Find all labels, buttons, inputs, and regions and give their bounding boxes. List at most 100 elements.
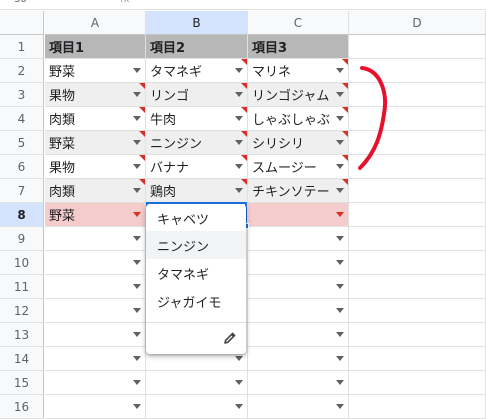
cell-c5[interactable]: シリシリ — [248, 131, 349, 155]
cell-c6[interactable]: スムージー — [248, 155, 349, 179]
cell-c3[interactable]: リンゴジャム — [248, 83, 349, 107]
dropdown-arrow-icon[interactable] — [235, 380, 243, 385]
cell-b7[interactable]: 鶏肉 — [146, 179, 248, 203]
cell-c2[interactable]: マリネ — [248, 59, 349, 83]
dropdown-arrow-icon[interactable] — [336, 308, 344, 313]
dropdown-option-1[interactable]: キャベツ — [146, 204, 246, 232]
cell-b3[interactable]: リンゴ — [146, 83, 248, 107]
cell-b2[interactable]: タマネギ — [146, 59, 248, 83]
column-header-a[interactable]: A — [45, 11, 146, 35]
cell-a7[interactable]: 肉類 — [45, 179, 146, 203]
dropdown-arrow-icon[interactable] — [133, 284, 141, 289]
cell-c10[interactable] — [248, 251, 349, 275]
cell-d9[interactable] — [349, 227, 486, 251]
row-header-2[interactable]: 2 — [0, 59, 44, 83]
row-header-7[interactable]: 7 — [0, 179, 44, 203]
dropdown-arrow-icon[interactable] — [336, 332, 344, 337]
cell-a13[interactable] — [45, 323, 146, 347]
dropdown-arrow-icon[interactable] — [133, 236, 141, 241]
dropdown-arrow-icon[interactable] — [235, 404, 243, 409]
dropdown-arrow-icon[interactable] — [235, 68, 243, 73]
dropdown-arrow-icon[interactable] — [133, 308, 141, 313]
cell-a2[interactable]: 野菜 — [45, 59, 146, 83]
cell-a8[interactable]: 野菜 — [45, 203, 146, 227]
dropdown-arrow-icon[interactable] — [235, 188, 243, 193]
dropdown-arrow-icon[interactable] — [235, 140, 243, 145]
dropdown-arrow-icon[interactable] — [336, 140, 344, 145]
row-header-3[interactable]: 3 — [0, 83, 44, 107]
column-header-d[interactable]: D — [349, 11, 486, 35]
cell-c13[interactable] — [248, 323, 349, 347]
select-all-corner[interactable] — [0, 11, 44, 35]
dropdown-arrow-icon[interactable] — [235, 116, 243, 121]
dropdown-arrow-icon[interactable] — [133, 356, 141, 361]
dropdown-arrow-icon[interactable] — [133, 380, 141, 385]
cell-c4[interactable]: しゃぶしゃぶ — [248, 107, 349, 131]
cell-c12[interactable] — [248, 299, 349, 323]
cell-a4[interactable]: 肉類 — [45, 107, 146, 131]
row-header-8[interactable]: 8 — [0, 203, 44, 227]
row-header-10[interactable]: 10 — [0, 251, 44, 275]
cell-a1[interactable]: 項目1 — [45, 35, 146, 59]
cell-c9[interactable] — [248, 227, 349, 251]
cell-a15[interactable] — [45, 371, 146, 395]
dropdown-arrow-icon[interactable] — [133, 212, 141, 217]
row-header-15[interactable]: 15 — [0, 371, 44, 395]
cell-d1[interactable] — [349, 35, 486, 59]
dropdown-arrow-icon[interactable] — [336, 212, 344, 217]
cell-c15[interactable] — [248, 371, 349, 395]
dropdown-arrow-icon[interactable] — [133, 260, 141, 265]
cell-d13[interactable] — [349, 323, 486, 347]
cell-b6[interactable]: バナナ — [146, 155, 248, 179]
dropdown-arrow-icon[interactable] — [336, 68, 344, 73]
cell-a11[interactable] — [45, 275, 146, 299]
row-header-13[interactable]: 13 — [0, 323, 44, 347]
dropdown-arrow-icon[interactable] — [133, 164, 141, 169]
dropdown-arrow-icon[interactable] — [336, 188, 344, 193]
cell-a3[interactable]: 果物 — [45, 83, 146, 107]
dropdown-arrow-icon[interactable] — [133, 332, 141, 337]
cell-c14[interactable] — [248, 347, 349, 371]
row-header-1[interactable]: 1 — [0, 35, 44, 59]
dropdown-arrow-icon[interactable] — [133, 92, 141, 97]
cell-c11[interactable] — [248, 275, 349, 299]
pencil-icon[interactable] — [220, 328, 240, 348]
dropdown-arrow-icon[interactable] — [235, 164, 243, 169]
cell-b4[interactable]: 牛肉 — [146, 107, 248, 131]
cell-d7[interactable] — [349, 179, 486, 203]
cell-a12[interactable] — [45, 299, 146, 323]
dropdown-arrow-icon[interactable] — [336, 284, 344, 289]
cell-d12[interactable] — [349, 299, 486, 323]
dropdown-arrow-icon[interactable] — [336, 236, 344, 241]
cell-c16[interactable] — [248, 395, 349, 419]
dropdown-arrow-icon[interactable] — [235, 92, 243, 97]
cell-c8[interactable] — [248, 203, 349, 227]
cell-c1[interactable]: 項目3 — [248, 35, 349, 59]
cell-d16[interactable] — [349, 395, 486, 419]
dropdown-arrow-icon[interactable] — [336, 116, 344, 121]
dropdown-arrow-icon[interactable] — [235, 356, 243, 361]
cell-d15[interactable] — [349, 371, 486, 395]
dropdown-option-4[interactable]: ジャガイモ — [146, 287, 246, 315]
column-header-b[interactable]: B — [146, 11, 248, 35]
dropdown-arrow-icon[interactable] — [133, 116, 141, 121]
row-header-6[interactable]: 6 — [0, 155, 44, 179]
cell-a14[interactable] — [45, 347, 146, 371]
cell-a6[interactable]: 果物 — [45, 155, 146, 179]
cell-d14[interactable] — [349, 347, 486, 371]
column-header-c[interactable]: C — [248, 11, 349, 35]
cell-c7[interactable]: チキンソテー — [248, 179, 349, 203]
cell-a10[interactable] — [45, 251, 146, 275]
cell-b1[interactable]: 項目2 — [146, 35, 248, 59]
dropdown-arrow-icon[interactable] — [336, 92, 344, 97]
dropdown-option-3[interactable]: タマネギ — [146, 259, 246, 287]
cell-a5[interactable]: 野菜 — [45, 131, 146, 155]
cell-b5[interactable]: ニンジン — [146, 131, 248, 155]
row-header-5[interactable]: 5 — [0, 131, 44, 155]
dropdown-arrow-icon[interactable] — [336, 380, 344, 385]
cell-d11[interactable] — [349, 275, 486, 299]
row-header-11[interactable]: 11 — [0, 275, 44, 299]
row-header-14[interactable]: 14 — [0, 347, 44, 371]
row-header-16[interactable]: 16 — [0, 395, 44, 419]
dropdown-arrow-icon[interactable] — [336, 260, 344, 265]
